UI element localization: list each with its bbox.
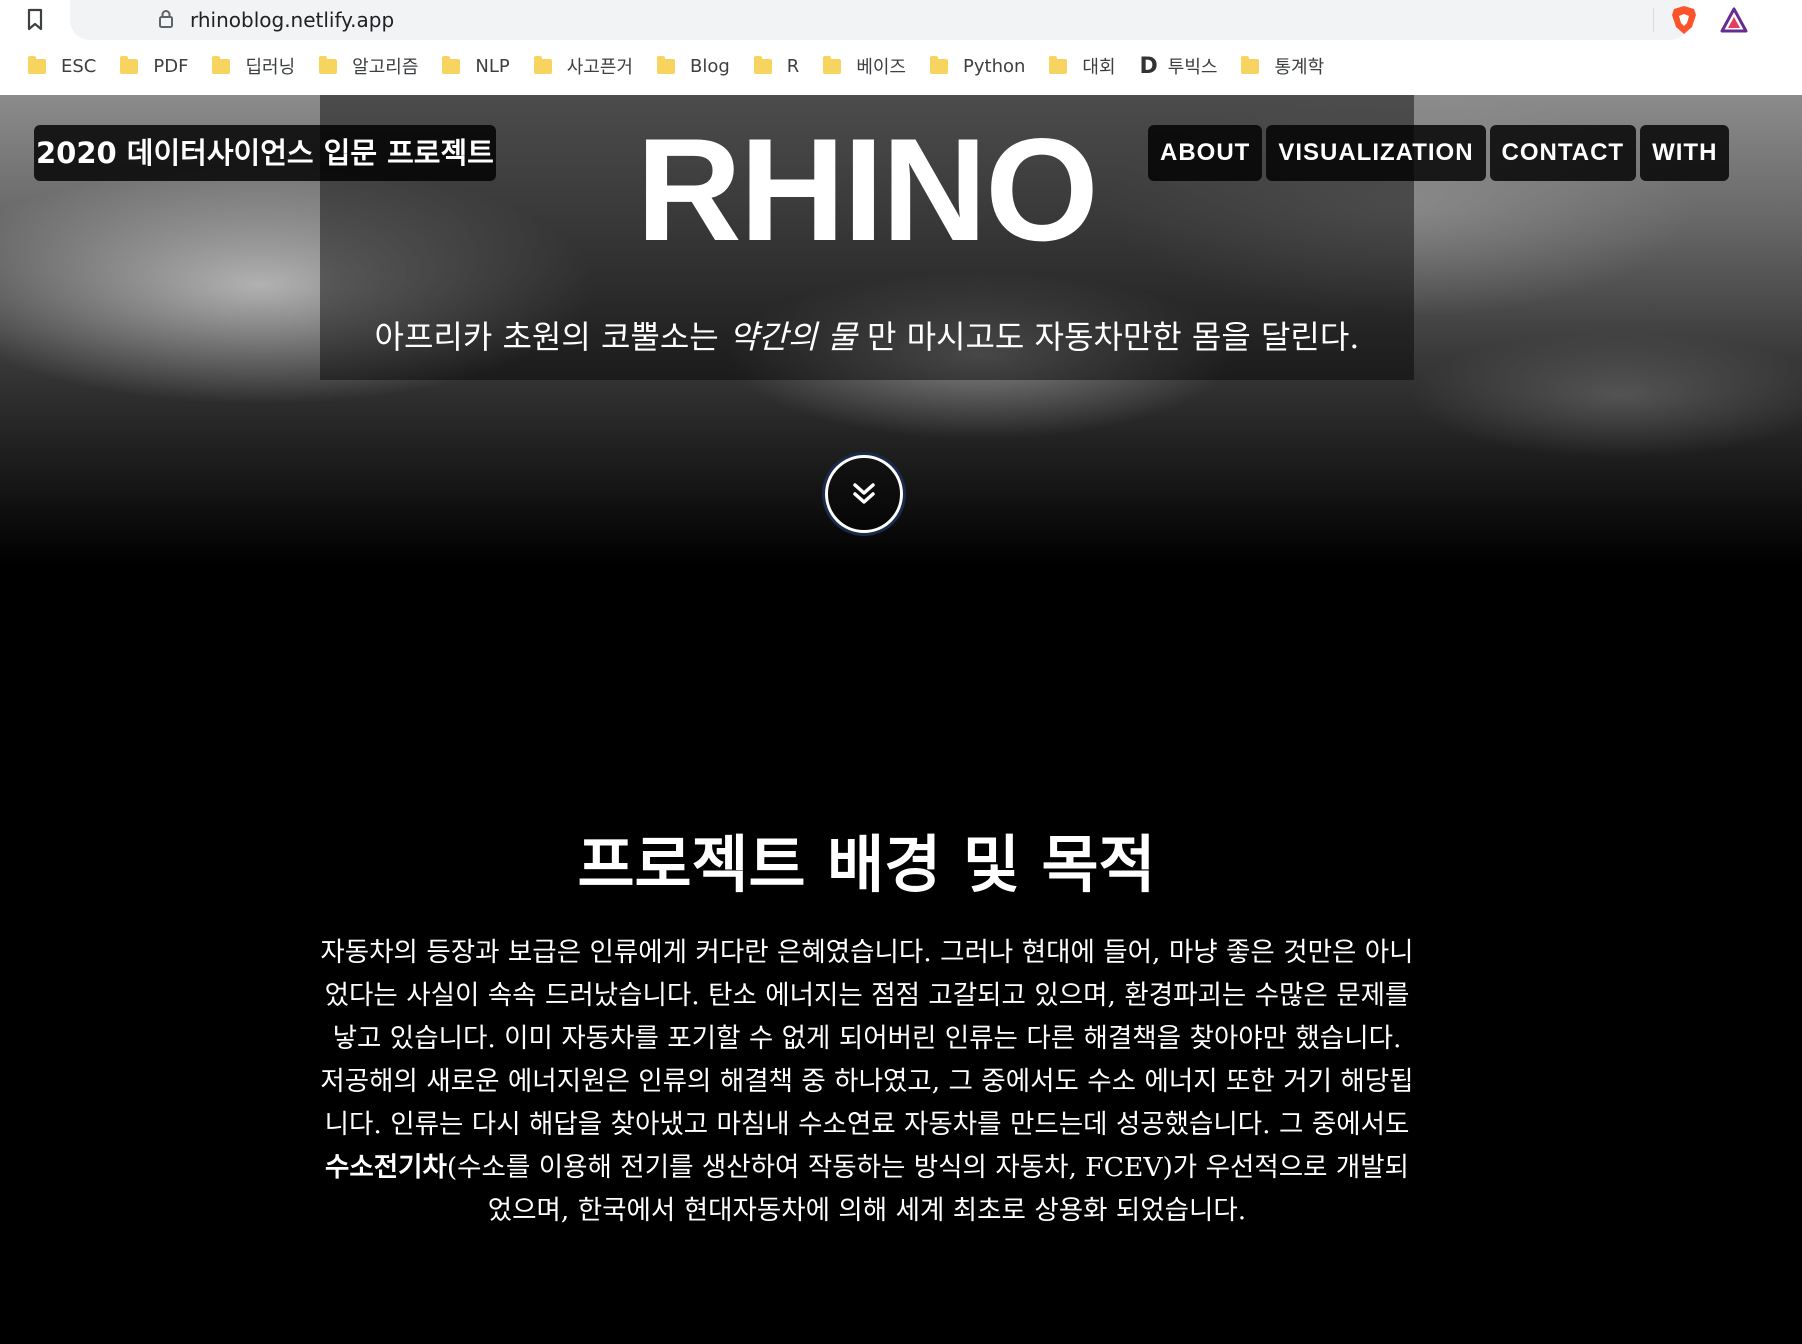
bookmark-item[interactable]: R — [748, 50, 806, 82]
bookmark-item[interactable]: Python — [924, 50, 1031, 82]
bookmark-label: 알고리즘 — [352, 57, 419, 78]
bookmark-item[interactable]: 사고픈거 — [528, 50, 639, 82]
body-bold-term: 수소전기차 — [324, 1152, 447, 1183]
folder-icon — [1241, 55, 1260, 74]
brave-rewards-icon[interactable] — [1720, 7, 1748, 33]
bookmark-item[interactable]: NLP — [436, 50, 515, 82]
subtitle-emphasis: 약간의 물 — [728, 318, 857, 356]
bookmark-label: 딥러닝 — [245, 57, 296, 78]
folder-icon — [1049, 55, 1068, 74]
bookmark-label: 베이즈 — [856, 57, 906, 78]
body-text-2: (수소를 이용해 전기를 생산하여 작동하는 방식의 자동차, FCEV)가 우… — [446, 1152, 1410, 1226]
main-nav: ABOUT VISUALIZATION CONTACT WITH — [1148, 125, 1733, 181]
nav-with[interactable]: WITH — [1640, 125, 1730, 181]
bookmark-label: 사고픈거 — [566, 57, 633, 78]
page-content: 2020 데이터사이언스 입문 프로젝트 RHINO ABOUT VISUALI… — [0, 95, 1802, 1344]
folder-icon — [120, 55, 139, 74]
bookmark-item[interactable]: PDF — [114, 50, 194, 82]
section-title: 프로젝트 배경 및 목적 — [577, 828, 1156, 901]
folder-icon — [212, 55, 231, 74]
folder-icon — [657, 55, 675, 74]
bookmark-item[interactable]: 딥러닝 — [206, 50, 301, 82]
folder-icon — [533, 55, 552, 74]
subtitle-text-1: 아프리카 초원의 코뿔소는 — [374, 318, 729, 356]
bookmark-item[interactable]: Blog — [651, 50, 736, 82]
folder-icon — [319, 55, 338, 74]
bookmark-item[interactable]: 베이즈 — [817, 50, 912, 82]
bookmark-item[interactable]: 알고리즘 — [313, 50, 424, 82]
bookmark-item[interactable]: 통계학 — [1235, 50, 1330, 82]
bookmarks-bar: ESC PDF 딥러닝 알고리즘 NLP 사고픈거 Blog R 베이즈 Python 대회 D 투빅스… — [22, 50, 1342, 82]
folder-icon — [442, 55, 461, 74]
folder-icon — [823, 55, 842, 74]
bookmark-label: 통계학 — [1274, 57, 1325, 78]
bookmark-item[interactable]: D 투빅스 — [1134, 50, 1224, 82]
bookmark-label: R — [786, 55, 800, 77]
bookmark-label: NLP — [475, 55, 510, 77]
folder-icon — [753, 55, 772, 74]
brave-shields-icon[interactable] — [1670, 5, 1698, 35]
bookmark-icon[interactable] — [26, 8, 44, 32]
folder-icon — [28, 55, 46, 74]
double-chevron-down-icon — [853, 483, 875, 504]
bookmark-label: ESC — [61, 55, 97, 77]
scroll-down-button[interactable] — [825, 455, 903, 533]
body-text-1: 자동차의 등장과 보급은 인류에게 커다란 은혜였습니다. 그러나 현대에 들어… — [320, 937, 1414, 1140]
bookmark-label: 투빅스 — [1167, 57, 1218, 78]
nav-visualization[interactable]: VISUALIZATION — [1266, 125, 1486, 181]
bookmark-label: PDF — [153, 55, 189, 77]
address-bar[interactable]: rhinoblog.netlify.app — [70, 0, 1748, 40]
section-body: 자동차의 등장과 보급은 인류에게 커다란 은혜였습니다. 그러나 현대에 들어… — [320, 931, 1414, 1232]
hero-subtitle: 아프리카 초원의 코뿔소는 약간의 물 만 마시고도 자동차만한 몸을 달린다. — [320, 315, 1414, 359]
lock-icon[interactable] — [158, 9, 174, 29]
nav-contact[interactable]: CONTACT — [1489, 125, 1637, 181]
subtitle-text-2: 만 마시고도 자동차만한 몸을 달린다. — [856, 318, 1360, 356]
folder-icon — [930, 55, 948, 74]
address-divider — [1653, 8, 1654, 32]
bookmark-label: 대회 — [1082, 57, 1116, 78]
browser-chrome: rhinoblog.netlify.app ESC PDF 딥러닝 알고리즘 NLP 사고… — [0, 0, 1802, 95]
nav-about[interactable]: ABOUT — [1148, 125, 1263, 181]
bookmark-item[interactable]: ESC — [22, 50, 102, 82]
bookmark-item[interactable]: 대회 — [1043, 50, 1121, 82]
d-logo-icon: D — [1139, 53, 1158, 79]
bookmark-label: Blog — [690, 55, 730, 77]
url-text[interactable]: rhinoblog.netlify.app — [190, 7, 394, 33]
bookmark-label: Python — [963, 55, 1026, 77]
